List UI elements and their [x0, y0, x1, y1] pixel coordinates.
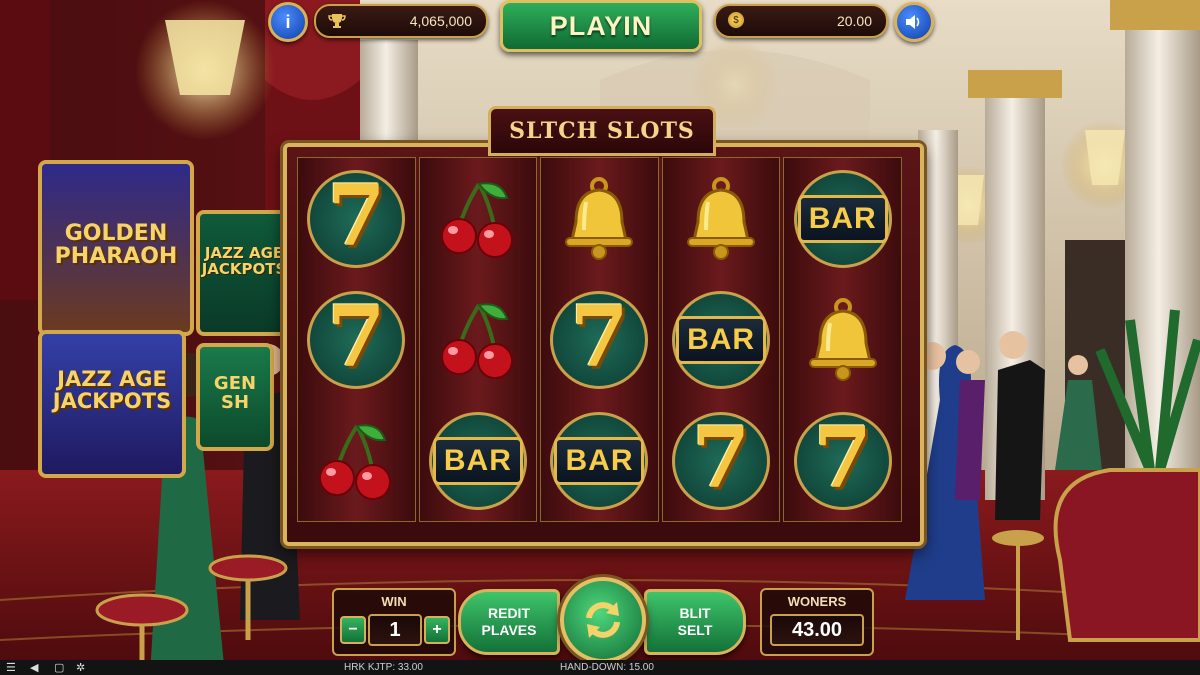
- balance-value: 20.00: [836, 13, 872, 29]
- woners-value-field: 43.00: [770, 614, 864, 646]
- redit-plaves-button[interactable]: REDIT PLAVES: [458, 589, 560, 655]
- redit-plaves-line2: PLAVES: [481, 622, 537, 638]
- bar-label: BAR: [554, 436, 645, 485]
- woners-panel: WONERS 43.00: [760, 588, 874, 656]
- woners-label: WONERS: [787, 594, 847, 609]
- bar-icon: BAR: [550, 411, 649, 510]
- reel-2-symbol-3: BAR: [420, 400, 537, 521]
- reel-1-symbol-3: [298, 400, 415, 521]
- reel-5-symbol-3: 7: [784, 400, 901, 521]
- seven-label: 7: [570, 286, 629, 386]
- seven-icon: 7: [307, 165, 406, 268]
- cherry-icon: [319, 423, 392, 500]
- blit-selt-line2: SELT: [677, 622, 713, 638]
- reel-5-symbol-2: [784, 279, 901, 400]
- seven-icon: 7: [307, 286, 406, 389]
- cherry-icon: [440, 181, 513, 258]
- reel-3-symbol-2: 7: [541, 279, 658, 400]
- fullscreen-icon[interactable]: ▢: [54, 661, 64, 674]
- reels-grid: 7 7 BAR 7 BAR BAR 7 BAR 7: [297, 157, 902, 522]
- win-value-field[interactable]: 1: [368, 614, 422, 646]
- casino-scene: GOLDEN PHARAOH JAZZ AGE JACKPOTS JAZZ AG…: [0, 0, 1200, 675]
- bar-icon: BAR: [672, 290, 771, 389]
- seven-icon: 7: [793, 407, 892, 510]
- reel-2: BAR: [418, 157, 538, 522]
- spin-button[interactable]: [560, 577, 646, 663]
- machine-gen-sh: GEN SH: [196, 343, 274, 451]
- coin-symbol: $: [733, 14, 739, 26]
- machine-jazz-age-left: JAZZ AGE JACKPOTS: [38, 330, 186, 478]
- menu-icon[interactable]: ☰: [6, 661, 16, 674]
- top-bar: i 4,065,000 PLAYIN $ 20.00: [262, 0, 934, 52]
- machine-jazz-age-left-label: JAZZ AGE JACKPOTS: [52, 367, 172, 414]
- seven-icon: 7: [550, 286, 649, 389]
- bar-icon: BAR: [428, 411, 527, 510]
- bar-label: BAR: [797, 194, 888, 243]
- seven-icon: 7: [672, 407, 771, 510]
- blit-selt-button[interactable]: BLIT SELT: [644, 589, 746, 655]
- seven-label: 7: [691, 407, 751, 507]
- reel-5: BAR 7: [783, 157, 902, 522]
- status-left-text: HRK KJTP: 33.00: [344, 662, 423, 673]
- seven-label: 7: [327, 165, 386, 265]
- info-icon: i: [285, 11, 291, 32]
- cherry-icon: [440, 302, 513, 379]
- reel-4-symbol-2: BAR: [663, 279, 780, 400]
- coin-icon: $: [728, 12, 744, 28]
- game-title-text: SLTCH SLOTS: [509, 118, 695, 144]
- reel-1: 77: [297, 157, 416, 522]
- sound-button[interactable]: [894, 2, 934, 42]
- status-bar: ☰ ◀ ▢ ✲ HRK KJTP: 33.00 HAND-DOWN: 15.00: [0, 660, 1200, 675]
- seven-label: 7: [813, 407, 872, 507]
- speaker-icon: [906, 15, 920, 29]
- spin-arrows-icon: [586, 602, 620, 638]
- trophy-icon: [328, 14, 346, 28]
- play-button-label: PLAYIN: [549, 10, 653, 41]
- reel-1-symbol-1: 7: [298, 158, 415, 279]
- reel-4-symbol-3: 7: [663, 400, 780, 521]
- reel-5-symbol-1: BAR: [784, 158, 901, 279]
- settings-icon[interactable]: ✲: [76, 661, 85, 674]
- info-button[interactable]: i: [268, 2, 308, 42]
- machine-jazz-age-mid-label: JAZZ AGE JACKPOTS: [201, 244, 287, 278]
- bar-label: BAR: [676, 315, 767, 364]
- woners-value: 43.00: [791, 618, 843, 641]
- seven-label: 7: [327, 286, 386, 386]
- increase-button[interactable]: +: [424, 616, 450, 644]
- jackpot-display: 4,065,000: [314, 4, 488, 38]
- reel-3-symbol-3: BAR: [541, 400, 658, 521]
- play-button[interactable]: PLAYIN: [500, 0, 702, 52]
- win-value: 1: [389, 618, 401, 641]
- machine-golden-pharaoh-label: GOLDEN PHARAOH: [54, 221, 178, 270]
- bell-icon: [687, 176, 756, 260]
- bell-icon: [565, 176, 634, 260]
- reel-4: BAR 7: [661, 157, 781, 522]
- reel-3-symbol-1: [541, 158, 658, 279]
- bell-icon: [808, 297, 877, 381]
- plus-icon: +: [432, 621, 442, 638]
- machine-golden-pharaoh: GOLDEN PHARAOH: [38, 160, 194, 336]
- decrease-button[interactable]: −: [340, 616, 366, 644]
- bar-label: BAR: [432, 436, 523, 485]
- blit-selt-line1: BLIT: [679, 605, 711, 621]
- jackpot-value: 4,065,000: [409, 13, 472, 29]
- minus-icon: −: [348, 621, 358, 638]
- volume-icon[interactable]: ◀: [30, 661, 38, 674]
- win-label: WIN: [381, 594, 407, 609]
- redit-plaves-line1: REDIT: [488, 605, 530, 621]
- reel-1-symbol-2: 7: [298, 279, 415, 400]
- reel-4-symbol-1: [663, 158, 780, 279]
- reel-3: 7 BAR: [540, 157, 659, 522]
- game-title: SLTCH SLOTS: [488, 106, 716, 156]
- reel-2-symbol-2: [420, 279, 537, 400]
- machine-gen-sh-label: GEN SH: [213, 373, 257, 413]
- reel-2-symbol-1: [420, 158, 537, 279]
- status-center-text: HAND-DOWN: 15.00: [560, 662, 654, 673]
- bar-icon: BAR: [793, 169, 892, 268]
- win-panel: WIN − 1 +: [332, 588, 456, 656]
- balance-display: $ 20.00: [714, 4, 888, 38]
- machine-jazz-age-mid: JAZZ AGE JACKPOTS: [196, 210, 292, 336]
